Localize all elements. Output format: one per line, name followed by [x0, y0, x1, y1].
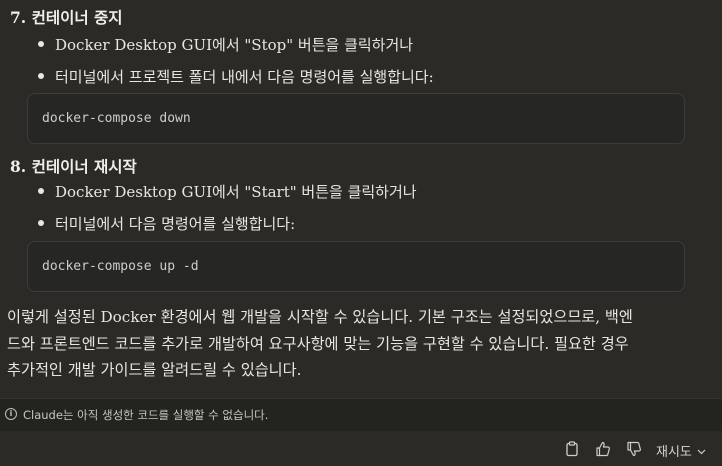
thumbs-up-button[interactable] [594, 440, 612, 458]
message-actions: 재시도 [0, 431, 722, 466]
code-text[interactable]: docker-compose down [42, 111, 191, 126]
list-item-text: 터미널에서 프로젝트 폴더 내에서 다음 명령어를 실행합니다: [55, 68, 434, 86]
code-execution-notice: i Claude는 아직 생성한 코드를 실행할 수 없습니다. [0, 398, 722, 431]
bullet-dot [38, 220, 44, 226]
retry-button[interactable]: 재시도 [656, 441, 706, 460]
code-text[interactable]: docker-compose up -d [42, 259, 199, 274]
notice-text: Claude는 아직 생성한 코드를 실행할 수 없습니다. [23, 408, 269, 422]
list-item-text: Docker Desktop GUI에서 "Start" 버튼을 클릭하거나 [55, 183, 417, 201]
message-content: 7. 컨테이너 중지 Docker Desktop GUI에서 "Stop" 버… [0, 0, 722, 398]
list-item-text: 터미널에서 다음 명령어를 실행합니다: [55, 215, 296, 233]
bullet-dot [38, 188, 44, 194]
clipboard-icon [566, 441, 578, 457]
code-block[interactable]: docker-compose up -d [27, 241, 685, 292]
list-item: 터미널에서 프로젝트 폴더 내에서 다음 명령어를 실행합니다: [38, 66, 434, 87]
bullet-dot [38, 41, 44, 47]
thumbs-down-icon [627, 441, 641, 457]
code-block[interactable]: docker-compose down [27, 93, 685, 144]
chevron-down-icon [697, 444, 706, 459]
copy-button[interactable] [563, 440, 581, 458]
step-heading: 8. 컨테이너 재시작 [10, 157, 137, 176]
list-item: Docker Desktop GUI에서 "Stop" 버튼을 클릭하거나 [38, 34, 413, 55]
bullet-dot [38, 73, 44, 79]
list-item: Docker Desktop GUI에서 "Start" 버튼을 클릭하거나 [38, 181, 417, 202]
info-icon: i [5, 408, 17, 420]
list-item: 터미널에서 다음 명령어를 실행합니다: [38, 213, 295, 234]
thumbs-up-icon [596, 441, 610, 457]
thumbs-down-button[interactable] [625, 440, 643, 458]
list-item-text: Docker Desktop GUI에서 "Stop" 버튼을 클릭하거나 [55, 36, 414, 54]
summary-line: 추가적인 개발 가이드를 알려드릴 수 있습니다. [7, 361, 302, 379]
summary-paragraph: 이렇게 설정된 Docker 환경에서 웹 개발을 시작할 수 있습니다. 기본… [7, 304, 712, 384]
summary-line: 이렇게 설정된 Docker 환경에서 웹 개발을 시작할 수 있습니다. 기본… [7, 308, 633, 326]
summary-line: 드와 프론트엔드 코드를 추가로 개발하여 요구사항에 맞는 기능을 구현할 수… [7, 334, 629, 353]
step-heading: 7. 컨테이너 중지 [10, 8, 123, 27]
retry-label: 재시도 [656, 445, 692, 460]
